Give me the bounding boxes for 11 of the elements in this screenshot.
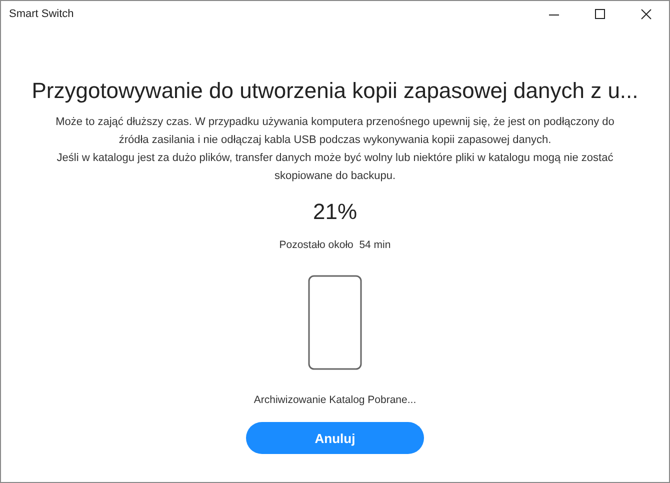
phone-icon xyxy=(308,275,362,370)
progress-percent: 21% xyxy=(312,199,358,225)
heading: Przygotowywanie do utworzenia kopii zapasowej danych z u... xyxy=(32,78,638,104)
close-icon xyxy=(640,8,652,20)
cancel-button[interactable]: Anuluj xyxy=(246,422,424,454)
time-remaining: Pozostało około 54 min xyxy=(279,239,391,251)
status-text: Archiwizowanie Katalog Pobrane... xyxy=(254,394,416,406)
window-title: Smart Switch xyxy=(9,8,75,20)
description-text: Jeśli w katalogu jest za dużo plików, transfer danych może być wolny lub niektóre pliki w katalogu mogą nie zostać skopiowane do backupu. xyxy=(56,151,614,184)
description-text: Może to zająć dłuższy czas. W przypadku używania komputera przenośnego upewnij się, że jest on podłączony do źródła zasilania i nie odłączaj kabla USB podczas wykonywania kopii zapasowej danych. xyxy=(55,115,615,148)
maximize-icon xyxy=(594,8,606,20)
